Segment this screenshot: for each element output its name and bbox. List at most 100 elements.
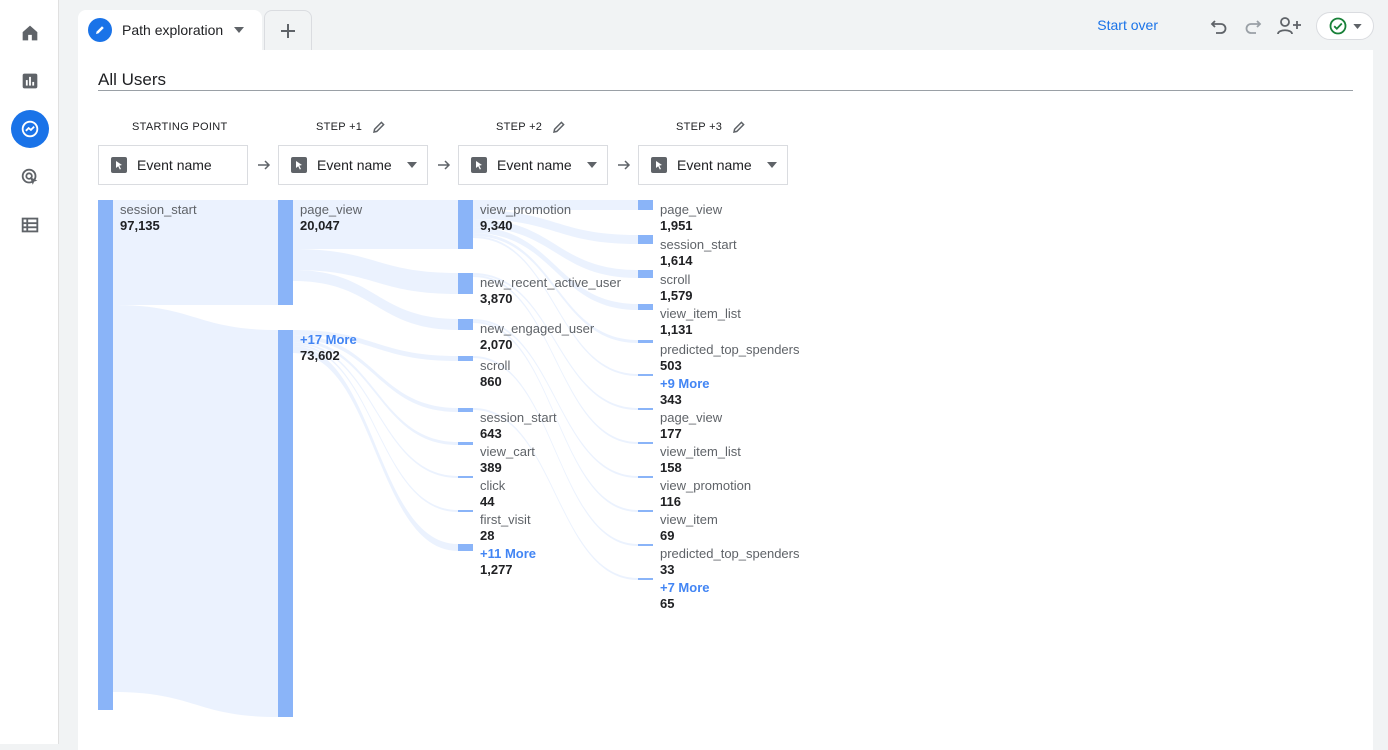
chevron-down-icon (767, 162, 777, 168)
step-label-starting-point: STARTING POINT (132, 121, 228, 133)
node-value: 503 (660, 358, 682, 373)
undo-icon[interactable] (1208, 15, 1230, 37)
node-bar[interactable] (458, 319, 473, 330)
node-value: 1,951 (660, 218, 693, 233)
node-value: 1,131 (660, 322, 693, 337)
node-bar[interactable] (458, 408, 473, 412)
chevron-down-icon (407, 162, 417, 168)
pencil-icon (88, 18, 112, 42)
node-value: 28 (480, 528, 495, 543)
node-label: scroll (480, 358, 511, 373)
node-bar[interactable] (458, 356, 473, 361)
flow-link[interactable] (293, 346, 458, 551)
tab-path-exploration[interactable]: Path exploration (78, 10, 262, 50)
cursor-icon (471, 157, 487, 173)
node-value: 1,579 (660, 288, 693, 303)
node-value: 65 (660, 596, 675, 611)
cursor-icon (111, 157, 127, 173)
node-label: session_start (480, 410, 557, 425)
node-label: view_promotion (480, 202, 572, 217)
node-bar[interactable] (638, 510, 653, 512)
node-value: 116 (660, 494, 681, 509)
explore-icon[interactable] (11, 110, 49, 148)
node-bar[interactable] (638, 235, 653, 244)
node-label: page_view (660, 202, 723, 217)
node-label: view_item_list (660, 306, 741, 321)
node-bar[interactable] (278, 330, 293, 717)
more-nodes-link[interactable]: +9 More (660, 376, 710, 392)
node-bar[interactable] (638, 200, 653, 210)
node-value: 643 (480, 426, 502, 441)
node-bar[interactable] (458, 442, 473, 445)
node-value: 158 (660, 460, 682, 475)
node-label: page_view (660, 410, 723, 425)
node-bar[interactable] (458, 200, 473, 249)
node-label: view_promotion (660, 478, 752, 493)
home-icon[interactable] (11, 14, 49, 52)
starting-point-node-type[interactable]: Event name (98, 145, 248, 185)
node-value: 860 (480, 374, 502, 389)
node-value: 44 (480, 494, 495, 509)
advertising-icon[interactable] (11, 158, 49, 196)
step-1-node-type-dropdown[interactable]: Event name (278, 145, 428, 185)
step-2-node-type-dropdown[interactable]: Event name (458, 145, 608, 185)
node-bar[interactable] (638, 476, 653, 478)
node-type-label: Event name (677, 157, 752, 173)
start-over-button[interactable]: Start over (1097, 17, 1158, 33)
node-type-label: Event name (317, 157, 392, 173)
node-bar[interactable] (638, 578, 653, 580)
node-bar[interactable] (458, 476, 473, 478)
node-bar[interactable] (458, 544, 473, 551)
check-circle-icon (1329, 17, 1346, 35)
share-user-icon[interactable] (1276, 15, 1302, 37)
node-value: 389 (480, 460, 502, 475)
step-label-2: STEP +2 (496, 121, 543, 133)
cursor-icon (651, 157, 667, 173)
node-type-label: Event name (497, 157, 572, 173)
step-3-node-type-dropdown[interactable]: Event name (638, 145, 788, 185)
left-nav-rail (0, 0, 59, 744)
node-value: 1,277 (480, 562, 513, 577)
node-label: view_cart (480, 444, 535, 459)
redo-icon[interactable] (1242, 15, 1264, 37)
node-bar[interactable] (458, 510, 473, 512)
more-nodes-link[interactable]: +7 More (660, 580, 710, 596)
node-bar[interactable] (458, 273, 473, 294)
step-label-1: STEP +1 (316, 121, 363, 133)
edit-pencil-icon[interactable] (730, 118, 748, 136)
configure-icon[interactable] (11, 206, 49, 244)
node-bar[interactable] (98, 200, 113, 710)
plus-icon (281, 23, 295, 38)
node-bar[interactable] (278, 200, 293, 305)
node-label: session_start (120, 202, 197, 217)
flow-link[interactable] (113, 305, 278, 717)
reports-icon[interactable] (11, 62, 49, 100)
node-label: view_item (660, 512, 718, 527)
more-nodes-link[interactable]: +17 More (300, 332, 357, 348)
add-tab-button[interactable] (264, 10, 312, 50)
node-bar[interactable] (638, 408, 653, 410)
node-value: 3,870 (480, 291, 513, 306)
chevron-down-icon (1352, 23, 1362, 29)
node-bar[interactable] (638, 270, 653, 278)
flow-link[interactable] (293, 344, 458, 512)
flow-link[interactable] (293, 249, 458, 294)
node-value: 20,047 (300, 218, 340, 233)
node-value: 1,614 (660, 253, 693, 268)
node-label: session_start (660, 237, 737, 252)
edit-pencil-icon[interactable] (550, 118, 568, 136)
node-bar[interactable] (638, 374, 653, 376)
node-bar[interactable] (638, 442, 653, 444)
chevron-down-icon (234, 27, 244, 33)
node-bar[interactable] (638, 340, 653, 343)
node-label: predicted_top_spenders (660, 546, 800, 561)
arrow-right-icon (618, 160, 631, 170)
edit-pencil-icon[interactable] (370, 118, 388, 136)
node-bar[interactable] (638, 304, 653, 310)
node-bar[interactable] (638, 544, 653, 546)
more-nodes-link[interactable]: +11 More (480, 546, 536, 562)
status-dropdown[interactable] (1316, 12, 1374, 40)
node-label: click (480, 478, 506, 493)
node-label: page_view (300, 202, 363, 217)
node-label: first_visit (480, 512, 531, 527)
